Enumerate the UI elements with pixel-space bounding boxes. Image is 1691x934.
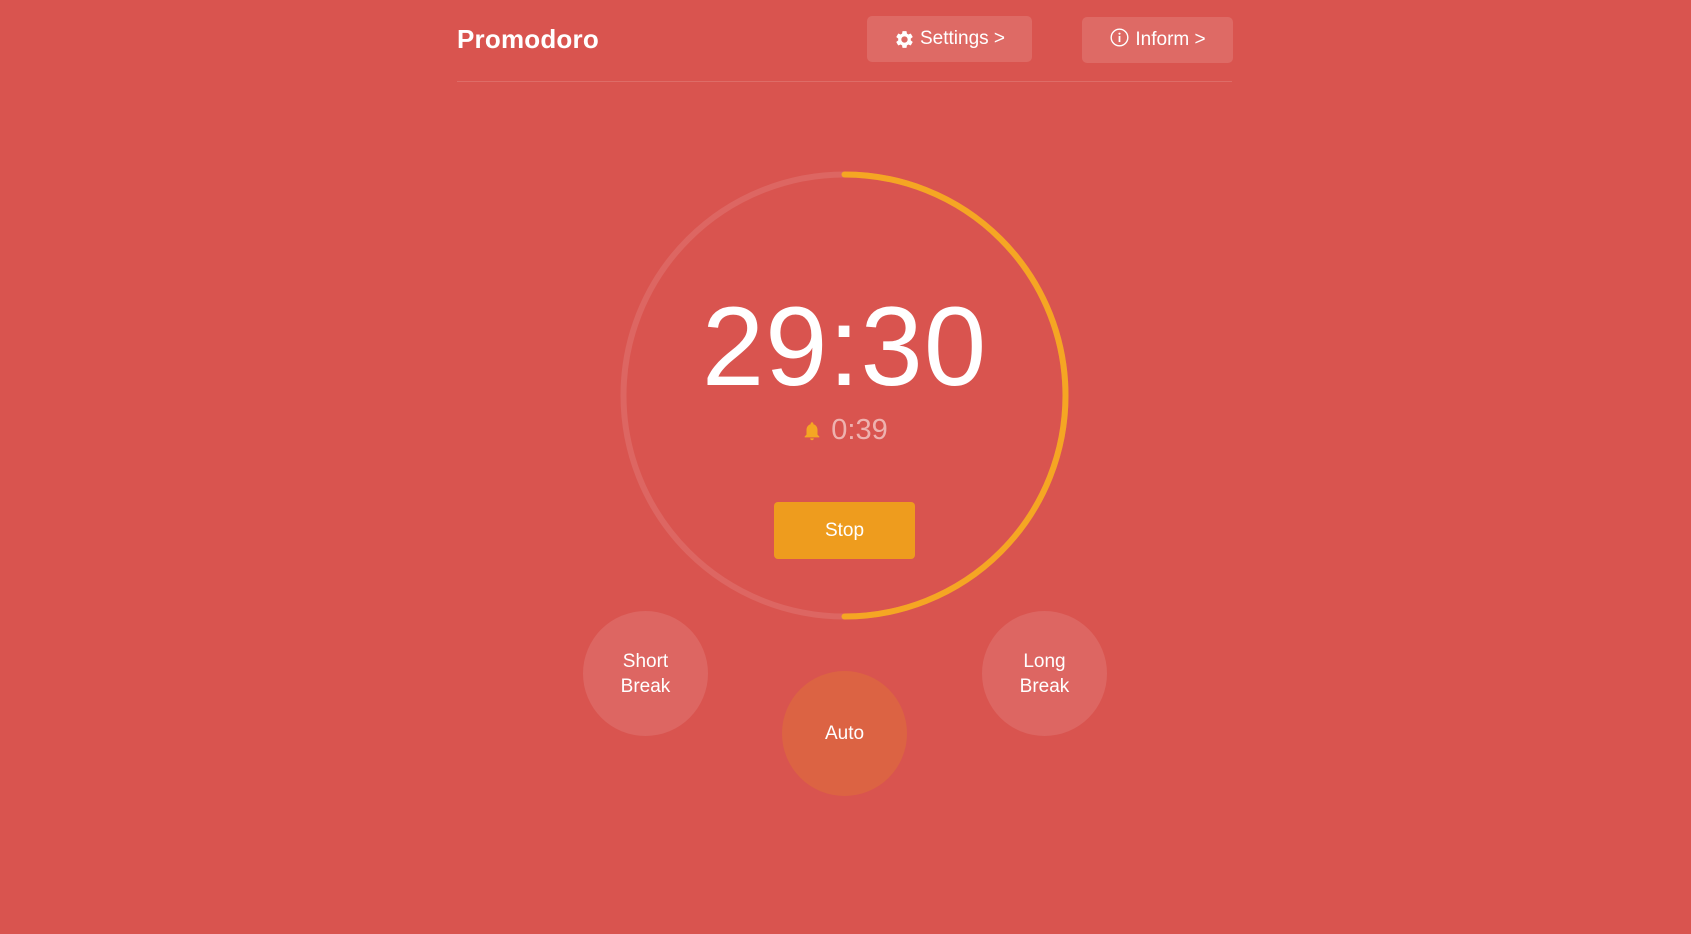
- auto-button[interactable]: Auto: [782, 671, 907, 796]
- gear-icon: [896, 30, 913, 48]
- short-break-button[interactable]: Short Break: [583, 611, 708, 736]
- settings-button[interactable]: Settings >: [867, 16, 1032, 62]
- auto-label: Auto: [824, 723, 865, 744]
- long-break-label-line2: Break: [1019, 675, 1070, 697]
- long-break-label-line1: Long: [1023, 650, 1066, 672]
- timer-display: 29:30: [701, 284, 988, 409]
- settings-label: Settings >: [919, 28, 1006, 49]
- bell-icon: [804, 421, 820, 440]
- long-break-button[interactable]: Long Break: [982, 611, 1107, 736]
- alarm-row: 0:39: [619, 414, 1070, 447]
- info-circle-icon: [1110, 27, 1129, 47]
- stop-button[interactable]: Stop: [774, 502, 915, 559]
- short-break-label-line1: Short: [622, 650, 669, 672]
- app-title: Promodoro: [457, 24, 599, 54]
- header-divider: [457, 81, 1232, 82]
- inform-label: Inform >: [1135, 29, 1206, 50]
- inform-button[interactable]: Inform >: [1082, 17, 1233, 63]
- short-break-label-line2: Break: [620, 675, 671, 697]
- alarm-time: 0:39: [831, 414, 888, 446]
